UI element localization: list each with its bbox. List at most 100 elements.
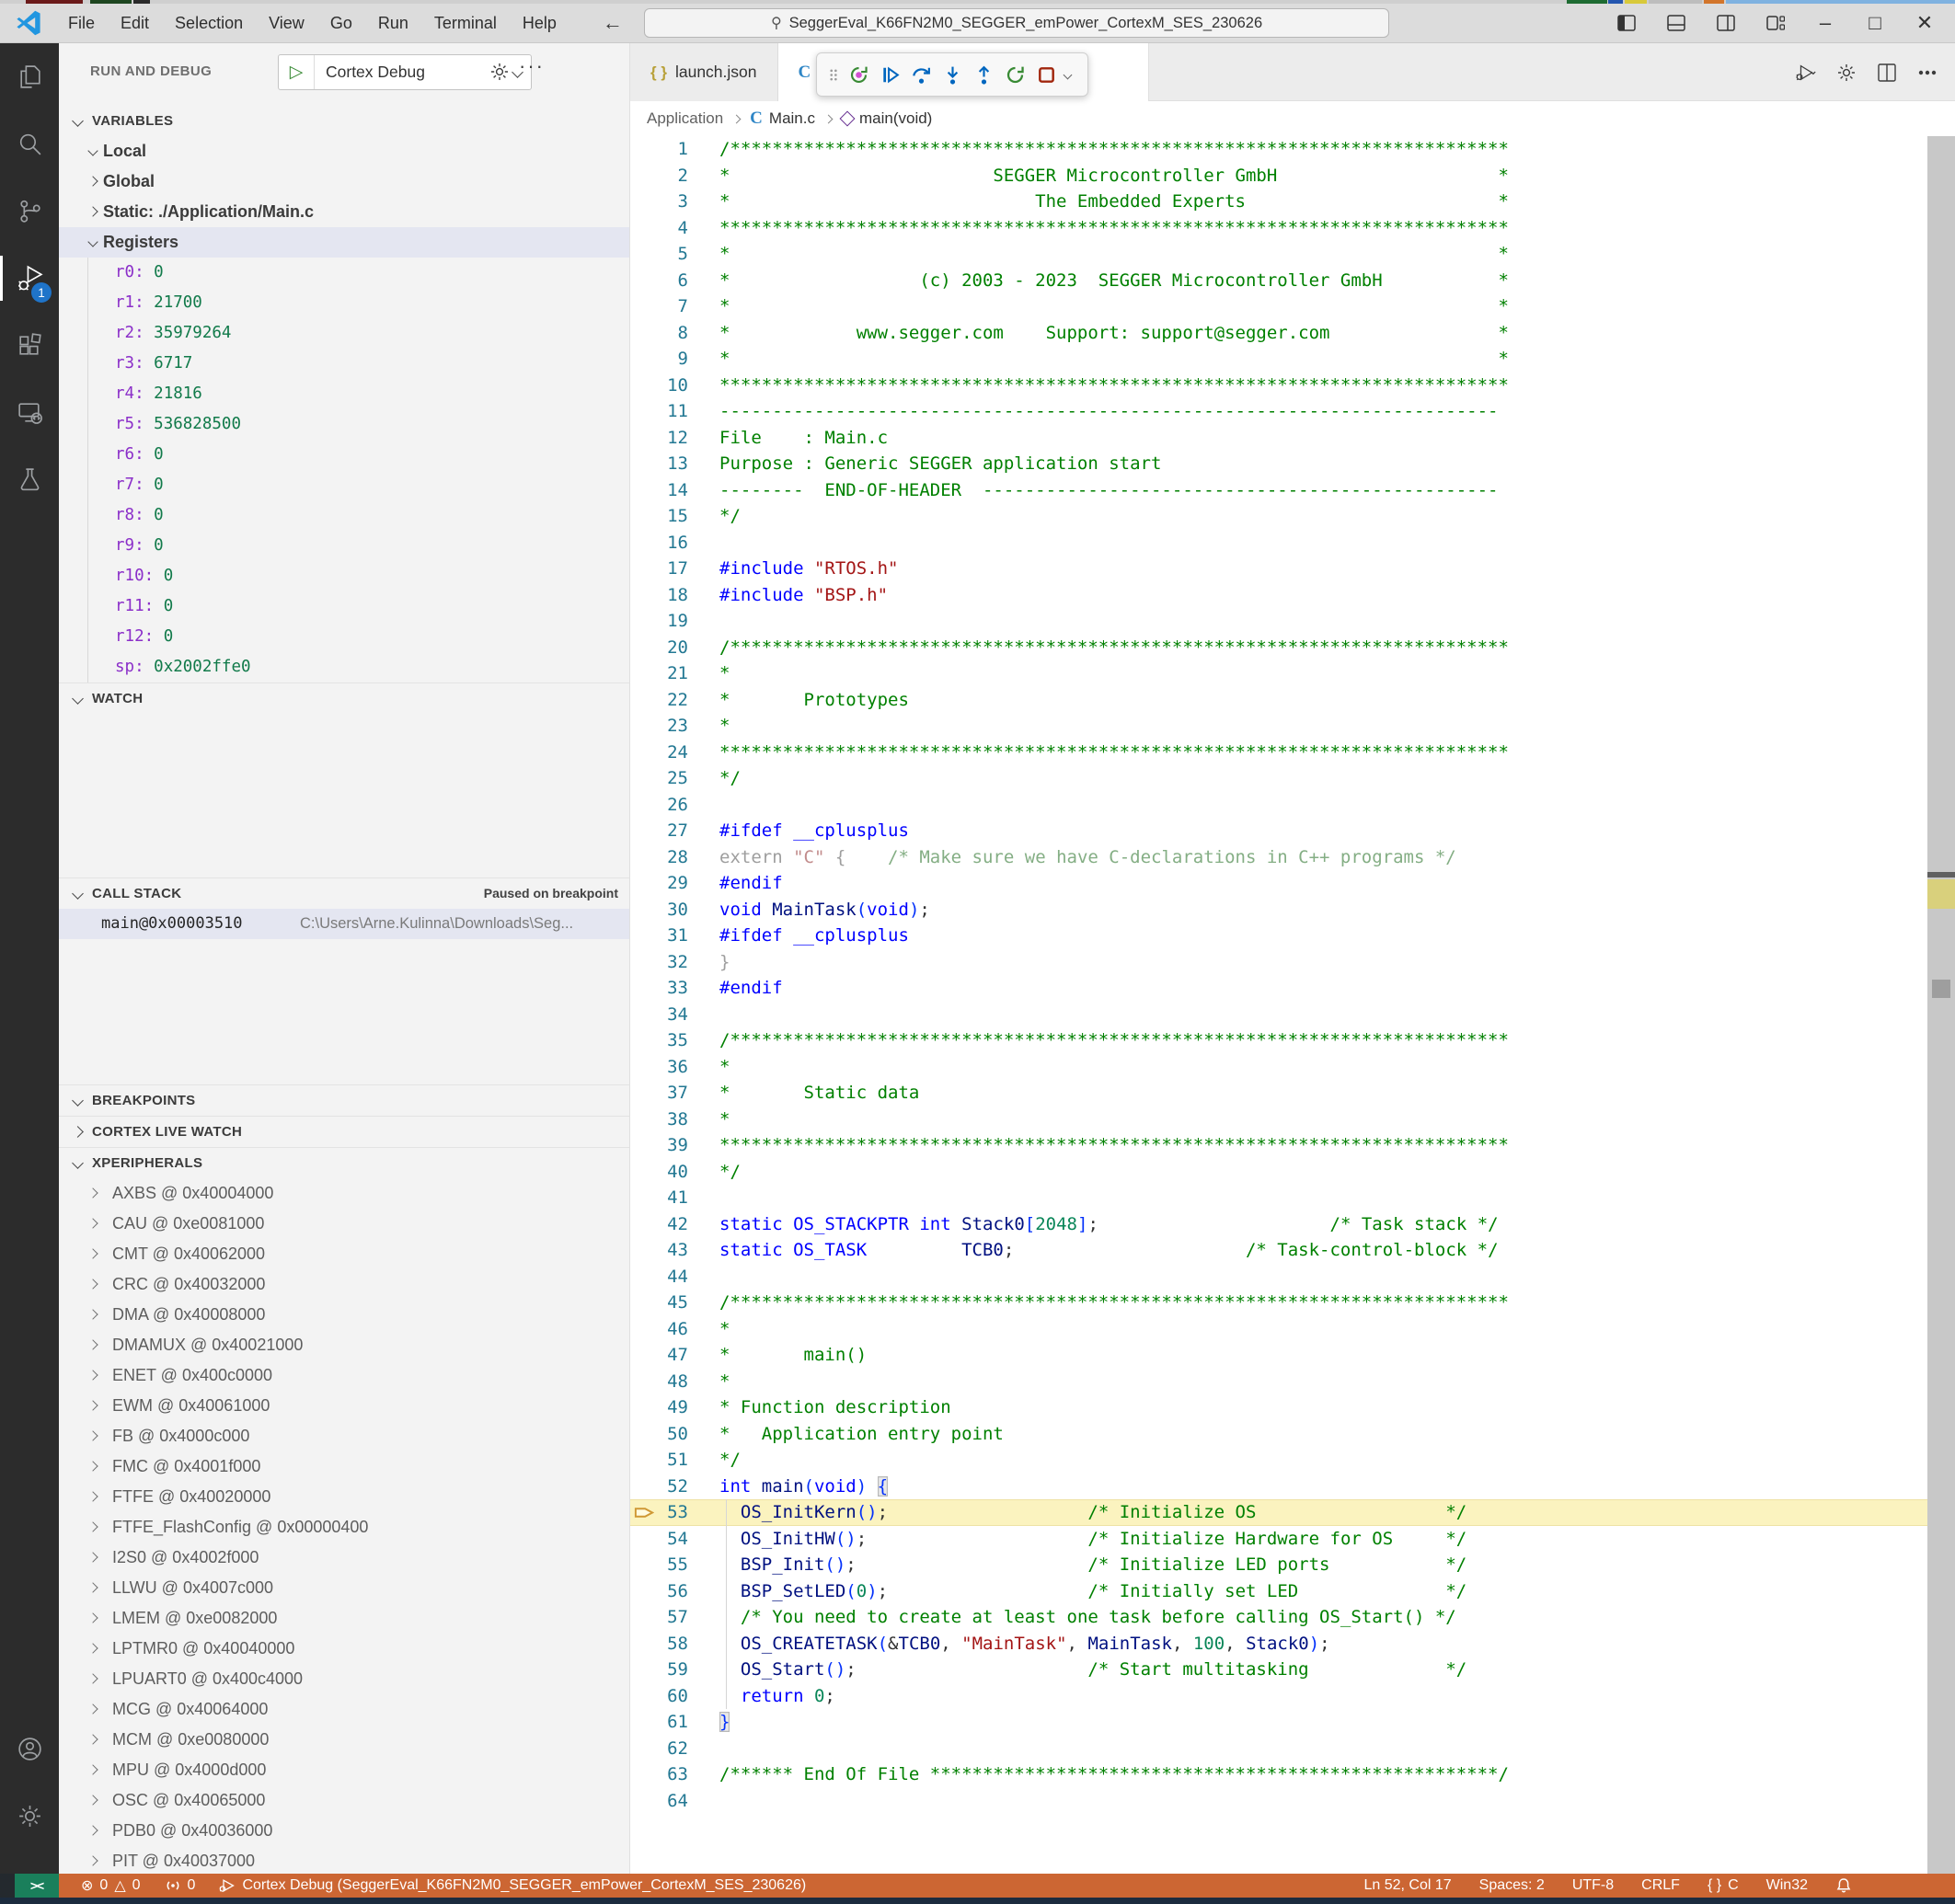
code-line-22[interactable]: 22* Prototypes xyxy=(630,687,1955,714)
code-line-52[interactable]: 52int main(void) { xyxy=(630,1474,1955,1500)
line-number[interactable]: 46 xyxy=(630,1316,688,1343)
watch-section-header[interactable]: WATCH xyxy=(59,682,629,714)
line-number[interactable]: 55 xyxy=(630,1552,688,1578)
breakpoints-section-header[interactable]: BREAKPOINTS xyxy=(59,1084,629,1116)
sidebar-item-search[interactable] xyxy=(0,110,59,178)
sidebar-item-explorer[interactable] xyxy=(0,43,59,110)
menu-edit[interactable]: Edit xyxy=(108,3,162,43)
register-r4[interactable]: r4: 21816 xyxy=(59,379,629,409)
ports-indicator[interactable]: 0 xyxy=(165,1877,196,1894)
code-line-37[interactable]: 37* Static data xyxy=(630,1080,1955,1107)
code-line-60[interactable]: 60 return 0; xyxy=(630,1683,1955,1710)
peripheral-pit[interactable]: PIT @ 0x40037000 xyxy=(59,1846,629,1874)
code-line-32[interactable]: 32} xyxy=(630,949,1955,976)
code-line-35[interactable]: 35/*************************************… xyxy=(630,1027,1955,1054)
code-line-2[interactable]: 2* SEGGER Microcontroller GmbH * xyxy=(630,163,1955,189)
line-number[interactable]: 25 xyxy=(630,765,688,792)
toolbar-drag-handle[interactable] xyxy=(824,68,843,82)
line-number[interactable]: 33 xyxy=(630,975,688,1002)
line-number[interactable]: 41 xyxy=(630,1185,688,1211)
code-line-28[interactable]: 28extern "C" { /* Make sure we have C-de… xyxy=(630,844,1955,871)
code-line-49[interactable]: 49* Function description xyxy=(630,1394,1955,1421)
code-line-20[interactable]: 20/*************************************… xyxy=(630,635,1955,661)
code-line-54[interactable]: 54 OS_InitHW(); /* Initialize Hardware f… xyxy=(630,1526,1955,1553)
line-number[interactable]: 5 xyxy=(630,241,688,268)
line-number[interactable]: 18 xyxy=(630,582,688,609)
notifications-bell[interactable] xyxy=(1835,1877,1852,1894)
menu-selection[interactable]: Selection xyxy=(162,3,256,43)
line-number[interactable]: 35 xyxy=(630,1027,688,1054)
line-number[interactable]: 22 xyxy=(630,687,688,714)
sidebar-item-source-control[interactable] xyxy=(0,178,59,245)
line-number[interactable]: 23 xyxy=(630,713,688,740)
sidebar-item-testing[interactable] xyxy=(0,446,59,513)
remote-indicator[interactable]: >< xyxy=(15,1874,59,1898)
line-number[interactable]: 9 xyxy=(630,346,688,373)
register-r11[interactable]: r11: 0 xyxy=(59,591,629,622)
peripheral-dmamux[interactable]: DMAMUX @ 0x40021000 xyxy=(59,1330,629,1360)
code-line-43[interactable]: 43static OS_TASK TCB0; /* Task-control-b… xyxy=(630,1237,1955,1264)
line-number[interactable]: 28 xyxy=(630,844,688,871)
maximize-icon[interactable]: □ xyxy=(1854,5,1896,41)
debug-continue-button[interactable] xyxy=(875,58,905,91)
debug-step-over-button[interactable] xyxy=(906,58,937,91)
accounts-button[interactable] xyxy=(0,1715,59,1783)
code-line-42[interactable]: 42static OS_STACKPTR int Stack0[2048]; /… xyxy=(630,1211,1955,1238)
code-line-45[interactable]: 45/*************************************… xyxy=(630,1290,1955,1316)
scope-static[interactable]: Static: ./Application/Main.c xyxy=(59,197,629,227)
line-number[interactable]: 43 xyxy=(630,1237,688,1264)
code-line-5[interactable]: 5* * xyxy=(630,241,1955,268)
manage-button[interactable] xyxy=(0,1783,59,1850)
line-number[interactable]: 61 xyxy=(630,1709,688,1736)
customize-layout-icon[interactable] xyxy=(1754,5,1797,41)
call-stack-section-header[interactable]: CALL STACK Paused on breakpoint xyxy=(59,877,629,909)
code-line-13[interactable]: 13Purpose : Generic SEGGER application s… xyxy=(630,451,1955,477)
line-number[interactable]: 21 xyxy=(630,660,688,687)
menu-terminal[interactable]: Terminal xyxy=(421,3,510,43)
variables-section-header[interactable]: VARIABLES xyxy=(59,106,629,136)
line-number[interactable]: 30 xyxy=(630,897,688,923)
run-or-debug-button[interactable] xyxy=(1795,62,1817,84)
debug-settings-gear-icon[interactable] xyxy=(484,56,515,87)
menu-view[interactable]: View xyxy=(256,3,317,43)
line-number[interactable]: 38 xyxy=(630,1107,688,1133)
line-number[interactable]: 40 xyxy=(630,1159,688,1186)
line-number[interactable]: 27 xyxy=(630,818,688,844)
peripheral-ftfe_flashconfig[interactable]: FTFE_FlashConfig @ 0x00000400 xyxy=(59,1512,629,1543)
toggle-primary-sidebar-icon[interactable] xyxy=(1605,5,1648,41)
debug-step-into-button[interactable] xyxy=(937,58,968,91)
peripheral-cmt[interactable]: CMT @ 0x40062000 xyxy=(59,1239,629,1269)
code-line-29[interactable]: 29#endif xyxy=(630,870,1955,897)
peripheral-i2s0[interactable]: I2S0 @ 0x4002f000 xyxy=(59,1543,629,1573)
line-number[interactable]: 60 xyxy=(630,1683,688,1710)
line-number[interactable]: 7 xyxy=(630,293,688,320)
line-number[interactable]: 19 xyxy=(630,608,688,635)
line-number[interactable]: 47 xyxy=(630,1342,688,1369)
line-number[interactable]: 8 xyxy=(630,320,688,347)
register-r8[interactable]: r8: 0 xyxy=(59,500,629,531)
start-debug-icon[interactable]: ▷ xyxy=(279,55,315,89)
sidebar-item-run-and-debug[interactable]: 1 xyxy=(0,245,59,312)
code-line-14[interactable]: 14-------- END-OF-HEADER ---------------… xyxy=(630,477,1955,504)
code-line-33[interactable]: 33#endif xyxy=(630,975,1955,1002)
line-number[interactable]: 32 xyxy=(630,949,688,976)
peripheral-enet[interactable]: ENET @ 0x400c0000 xyxy=(59,1360,629,1391)
code-line-36[interactable]: 36* xyxy=(630,1054,1955,1081)
language-indicator[interactable]: { } C xyxy=(1708,1877,1739,1894)
menu-help[interactable]: Help xyxy=(510,3,569,43)
line-number[interactable]: 37 xyxy=(630,1080,688,1107)
code-line-19[interactable]: 19 xyxy=(630,608,1955,635)
code-line-34[interactable]: 34 xyxy=(630,1002,1955,1028)
peripheral-osc[interactable]: OSC @ 0x40065000 xyxy=(59,1785,629,1816)
code-line-58[interactable]: 58 OS_CREATETASK(&TCB0, "MainTask", Main… xyxy=(630,1631,1955,1657)
peripheral-fmc[interactable]: FMC @ 0x4001f000 xyxy=(59,1451,629,1482)
line-number[interactable]: 36 xyxy=(630,1054,688,1081)
breadcrumb-main-void[interactable]: main(void) xyxy=(842,109,932,128)
close-icon[interactable]: ✕ xyxy=(1903,5,1946,41)
code-line-6[interactable]: 6* (c) 2003 - 2023 SEGGER Microcontrolle… xyxy=(630,268,1955,294)
code-line-10[interactable]: 10**************************************… xyxy=(630,373,1955,399)
line-number[interactable]: 31 xyxy=(630,923,688,949)
line-number[interactable]: 20 xyxy=(630,635,688,661)
peripheral-llwu[interactable]: LLWU @ 0x4007c000 xyxy=(59,1573,629,1603)
line-number[interactable]: 50 xyxy=(630,1421,688,1448)
